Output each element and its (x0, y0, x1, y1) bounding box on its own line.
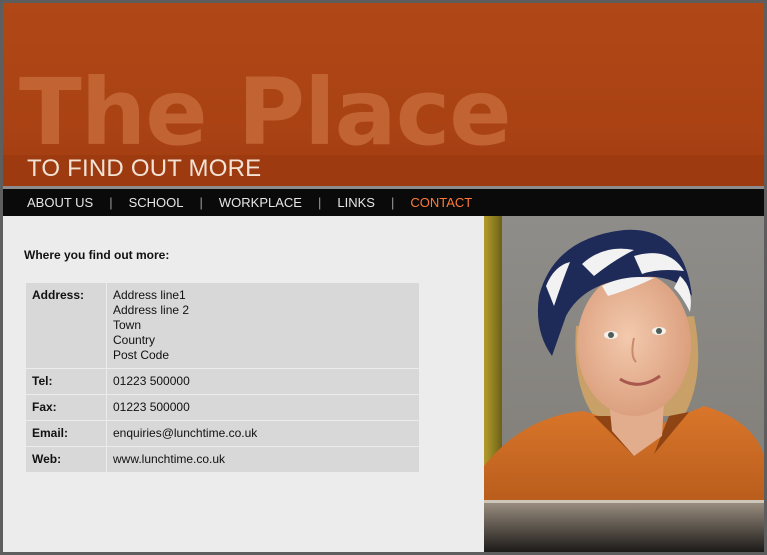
contact-value: Address line1 Address line 2 Town Country Po… (107, 283, 419, 368)
nav-contact[interactable]: CONTACT (410, 195, 472, 210)
nav-separator: | (390, 195, 395, 210)
contact-row: Email: enquiries@lunchtime.co.uk (26, 421, 419, 446)
contact-value-line: 01223 500000 (113, 400, 190, 414)
contact-value-line: Country (113, 333, 156, 347)
contact-row: Tel: 01223 500000 (26, 369, 419, 394)
contact-label: Tel: (26, 369, 106, 394)
contact-value: 01223 500000 (107, 395, 419, 420)
contact-intro: Where you find out more: (24, 248, 170, 262)
page-frame: The Place TO FIND OUT MORE ABOUT US | SC… (0, 0, 767, 555)
contact-photo (484, 216, 764, 552)
contact-row: Web: www.lunchtime.co.uk (26, 447, 419, 472)
contact-value: www.lunchtime.co.uk (107, 447, 419, 472)
contact-value-line: 01223 500000 (113, 374, 190, 388)
contact-value: 01223 500000 (107, 369, 419, 394)
contact-value-line[interactable]: enquiries@lunchtime.co.uk (113, 426, 413, 441)
contact-label: Address: (26, 283, 106, 368)
portrait-image (484, 229, 764, 552)
contact-label: Web: (26, 447, 106, 472)
nav-about-us[interactable]: ABOUT US (27, 195, 93, 210)
contact-table: Address: Address line1 Address line 2 Town C… (25, 282, 420, 473)
site-title: The Place (19, 59, 512, 166)
nav-workplace[interactable]: WORKPLACE (219, 195, 302, 210)
contact-value-line: Address line1 (113, 288, 186, 302)
main-nav: ABOUT US | SCHOOL | WORKPLACE | LINKS | … (3, 189, 764, 216)
contact-row: Address: Address line1 Address line 2 Town C… (26, 283, 419, 368)
contact-value-line: Post Code (113, 348, 170, 362)
site-subtitle: TO FIND OUT MORE (27, 155, 262, 182)
nav-separator: | (199, 195, 203, 210)
contact-label: Email: (26, 421, 106, 446)
nav-separator: | (109, 195, 113, 210)
nav-school[interactable]: SCHOOL (129, 195, 184, 210)
contact-row: Fax: 01223 500000 (26, 395, 419, 420)
contact-value-line[interactable]: www.lunchtime.co.uk (113, 452, 413, 467)
contact-content: Where you find out more: Address: Address… (3, 216, 484, 552)
contact-value-line: Address line 2 (113, 303, 190, 317)
header-banner: The Place TO FIND OUT MORE (3, 3, 764, 186)
contact-label: Fax: (26, 395, 106, 420)
nav-links[interactable]: LINKS (337, 195, 375, 210)
nav-separator: | (317, 195, 322, 210)
contact-value: enquiries@lunchtime.co.uk (107, 421, 419, 446)
contact-value-line: Town (113, 318, 142, 332)
